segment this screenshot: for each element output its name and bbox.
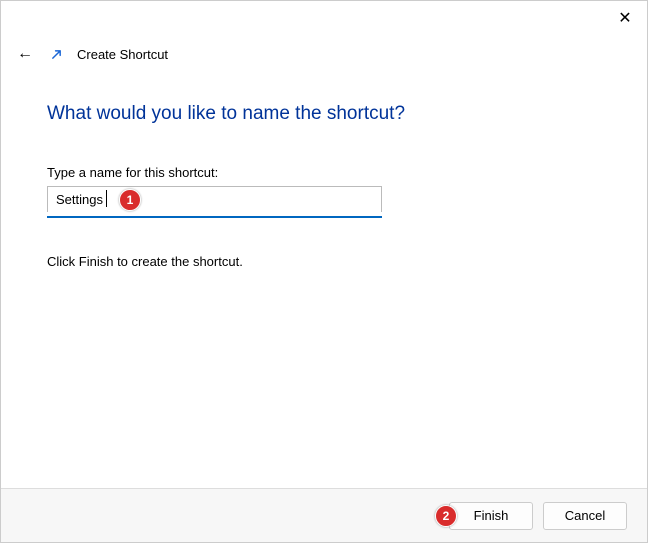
finish-button-wrap: 2 Finish (449, 502, 533, 530)
shortcut-name-input[interactable] (47, 186, 382, 212)
finish-button[interactable]: Finish (449, 502, 533, 530)
annotation-badge-1: 1 (119, 189, 141, 211)
wizard-content: What would you like to name the shortcut… (1, 63, 647, 488)
wizard-header: ← Create Shortcut (1, 37, 647, 63)
wizard-title: Create Shortcut (77, 47, 168, 62)
create-shortcut-wizard: ✕ ← Create Shortcut What would you like … (0, 0, 648, 543)
text-caret (106, 190, 107, 207)
helper-text: Click Finish to create the shortcut. (47, 254, 601, 269)
close-icon[interactable]: ✕ (615, 11, 635, 27)
shortcut-name-label: Type a name for this shortcut: (47, 165, 601, 180)
back-arrow-icon[interactable]: ← (15, 45, 35, 63)
shortcut-icon (49, 47, 63, 61)
shortcut-name-input-wrap: 1 (47, 186, 382, 212)
cancel-button[interactable]: Cancel (543, 502, 627, 530)
wizard-footer: 2 Finish Cancel (1, 488, 647, 542)
input-focus-underline (47, 216, 382, 218)
titlebar: ✕ (1, 1, 647, 37)
annotation-badge-2: 2 (435, 505, 457, 527)
page-heading: What would you like to name the shortcut… (47, 103, 601, 125)
